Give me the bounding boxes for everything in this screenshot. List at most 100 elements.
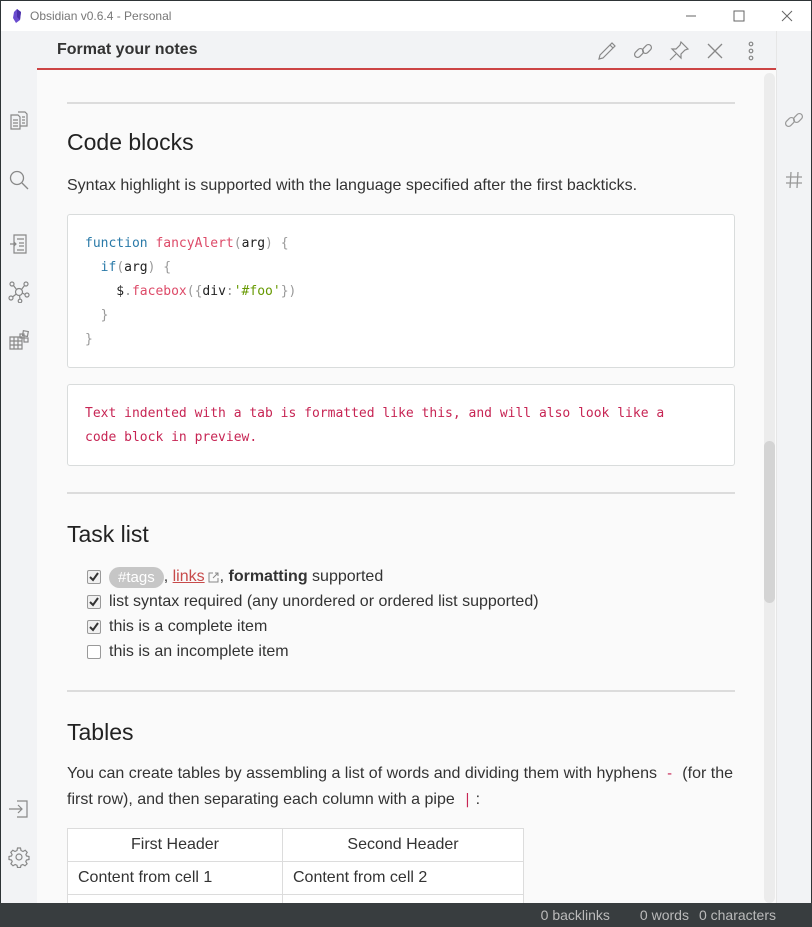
task-item: #tags , links , formatting supported bbox=[87, 565, 383, 589]
maximize-icon bbox=[733, 10, 745, 22]
table-cell: Content in the second column bbox=[282, 894, 524, 903]
code-token: ) { bbox=[147, 260, 172, 275]
backlinks-button[interactable] bbox=[783, 109, 805, 131]
separator: , bbox=[219, 568, 229, 585]
heading-code-blocks: Code blocks bbox=[67, 129, 194, 155]
table-cell: Content from cell 1 bbox=[67, 861, 283, 895]
pencil-icon bbox=[598, 41, 616, 60]
outline-button[interactable] bbox=[8, 233, 30, 255]
code-token: facebox bbox=[131, 284, 187, 299]
edit-button[interactable] bbox=[596, 40, 618, 62]
close-window-button[interactable] bbox=[763, 1, 811, 31]
heading-task-list: Task list bbox=[67, 521, 149, 547]
link-icon bbox=[633, 43, 653, 58]
code-token: : bbox=[225, 284, 234, 299]
pane-header: Format your notes bbox=[37, 31, 776, 70]
scrollbar-thumb[interactable] bbox=[764, 441, 775, 603]
code-token: function bbox=[85, 236, 156, 251]
check-icon bbox=[89, 597, 99, 607]
task-item: list syntax required (any unordered or o… bbox=[87, 590, 539, 614]
graph-icon bbox=[8, 281, 30, 303]
tags-button[interactable] bbox=[783, 169, 805, 191]
task-checkbox[interactable] bbox=[87, 595, 101, 609]
divider bbox=[67, 492, 735, 494]
backlinks-count: 0 backlinks bbox=[540, 907, 610, 923]
minimize-button[interactable] bbox=[667, 1, 715, 31]
files-icon bbox=[10, 111, 28, 130]
code-token: $ bbox=[85, 284, 125, 299]
check-icon bbox=[89, 622, 99, 632]
code-line: function fancyAlert(arg) { bbox=[85, 232, 717, 256]
inline-code-hyphen: - bbox=[665, 766, 674, 782]
table-header: Second Header bbox=[282, 828, 524, 862]
pin-button[interactable] bbox=[668, 40, 690, 62]
open-vault-icon bbox=[9, 800, 28, 818]
search-button[interactable] bbox=[8, 169, 30, 191]
table-header: First Header bbox=[67, 828, 283, 862]
character-count: 0 characters bbox=[698, 907, 776, 923]
code-token: arg bbox=[124, 260, 148, 275]
close-icon bbox=[707, 43, 723, 58]
window-title: Obsidian v0.6.4 - Personal bbox=[30, 9, 172, 23]
bold-text: formatting bbox=[228, 568, 308, 585]
title-bar: Obsidian v0.6.4 - Personal bbox=[1, 1, 811, 31]
close-icon bbox=[781, 10, 793, 22]
check-icon bbox=[89, 572, 99, 582]
code-token: } bbox=[85, 308, 109, 323]
task-checkbox[interactable] bbox=[87, 645, 101, 659]
task-checkbox[interactable] bbox=[87, 570, 101, 584]
status-bar: 0 backlinks 0 words 0 characters bbox=[0, 903, 812, 927]
code-token: '#foo' bbox=[233, 284, 281, 299]
external-link[interactable]: links bbox=[173, 568, 205, 586]
code-line: $.facebox({div:'#foo'}) bbox=[85, 280, 717, 304]
task-text: this is an incomplete item bbox=[109, 643, 289, 660]
graph-view-button[interactable] bbox=[8, 281, 30, 303]
tag-pill[interactable]: #tags bbox=[109, 566, 164, 588]
task-item: this is an incomplete item bbox=[87, 640, 289, 664]
code-token: . bbox=[124, 284, 132, 299]
pin-icon bbox=[669, 40, 690, 60]
divider bbox=[67, 690, 735, 692]
divider bbox=[67, 102, 735, 104]
link-button[interactable] bbox=[632, 40, 654, 62]
code-token: } bbox=[85, 332, 93, 347]
more-options-button[interactable] bbox=[740, 40, 762, 62]
close-pane-button[interactable] bbox=[704, 40, 726, 62]
note-title: Format your notes bbox=[57, 40, 198, 58]
code-token: ({ bbox=[186, 284, 203, 299]
settings-button[interactable] bbox=[8, 846, 30, 868]
separator: , bbox=[163, 568, 173, 585]
tables-description: You can create tables by assembling a li… bbox=[67, 761, 735, 813]
obsidian-logo-icon bbox=[13, 9, 21, 23]
indented-text: Text indented with a tab is formatted li… bbox=[85, 406, 665, 445]
code-line: } bbox=[85, 328, 717, 352]
task-checkbox[interactable] bbox=[87, 620, 101, 634]
code-token: ) { bbox=[265, 236, 289, 251]
code-token: arg bbox=[241, 236, 266, 251]
task-text: this is a complete item bbox=[109, 618, 268, 635]
code-lines: function fancyAlert(arg) { if(arg) { $.f… bbox=[85, 232, 717, 352]
task-text: supported bbox=[307, 568, 384, 585]
settings-icon bbox=[8, 847, 30, 868]
code-line: } bbox=[85, 304, 717, 328]
text: You can create tables by assembling a li… bbox=[67, 765, 662, 782]
table-row: Content in the first column Content in t… bbox=[67, 894, 524, 903]
link-icon bbox=[784, 112, 804, 128]
maximize-button[interactable] bbox=[715, 1, 763, 31]
table-cell: Content from cell 2 bbox=[282, 861, 524, 895]
hash-icon bbox=[786, 171, 802, 189]
plugins-button[interactable] bbox=[8, 329, 30, 351]
indented-code-block: Text indented with a tab is formatted li… bbox=[67, 384, 735, 466]
table-cell: Content in the first column bbox=[67, 894, 283, 903]
table-header-row: First Header Second Header bbox=[67, 828, 524, 862]
code-token: ( bbox=[233, 236, 242, 251]
code-line: if(arg) { bbox=[85, 256, 717, 280]
file-explorer-button[interactable] bbox=[8, 109, 30, 131]
vertical-scrollbar[interactable] bbox=[764, 73, 775, 903]
outline-icon bbox=[10, 234, 27, 254]
code-token: div bbox=[202, 284, 226, 299]
more-vertical-icon bbox=[748, 41, 754, 60]
word-count: 0 words bbox=[639, 907, 689, 923]
open-vault-button[interactable] bbox=[8, 798, 30, 820]
